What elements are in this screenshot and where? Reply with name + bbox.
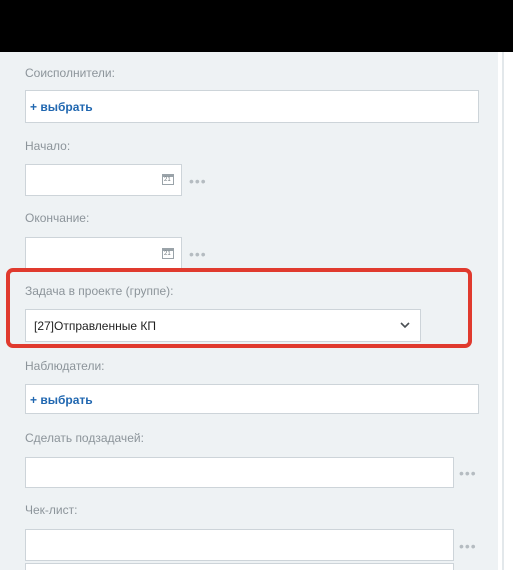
observers-field[interactable] — [25, 384, 479, 414]
calendar-icon[interactable]: 21 — [162, 248, 174, 259]
more-options-icon[interactable]: ••• — [459, 466, 477, 480]
start-date-input[interactable] — [25, 164, 182, 196]
more-options-icon[interactable]: ••• — [189, 174, 207, 188]
coexecutors-field[interactable] — [25, 90, 479, 123]
right-scroll-strip — [498, 52, 513, 570]
calendar-icon[interactable]: 21 — [162, 174, 174, 185]
more-options-icon[interactable]: ••• — [459, 539, 477, 553]
subtask-label: Сделать подзадачей: — [25, 431, 144, 445]
checklist-input[interactable] — [25, 529, 454, 561]
highlight-box — [6, 268, 472, 348]
end-date-label: Окончание: — [25, 211, 90, 225]
start-date-label: Начало: — [25, 139, 71, 153]
subtask-input[interactable] — [25, 457, 454, 488]
coexecutors-pick-link[interactable]: + выбрать — [30, 100, 93, 114]
observers-pick-link[interactable]: + выбрать — [30, 393, 93, 407]
calendar-icon-day: 21 — [164, 251, 171, 257]
end-date-input[interactable] — [25, 237, 182, 269]
checklist-input-next[interactable] — [25, 563, 454, 570]
calendar-icon-day: 21 — [164, 177, 171, 183]
coexecutors-label: Соисполнители: — [25, 66, 115, 80]
observers-label: Наблюдатели: — [25, 359, 105, 373]
more-options-icon[interactable]: ••• — [189, 247, 207, 261]
checklist-label: Чек-лист: — [25, 503, 78, 517]
divider — [502, 52, 504, 570]
